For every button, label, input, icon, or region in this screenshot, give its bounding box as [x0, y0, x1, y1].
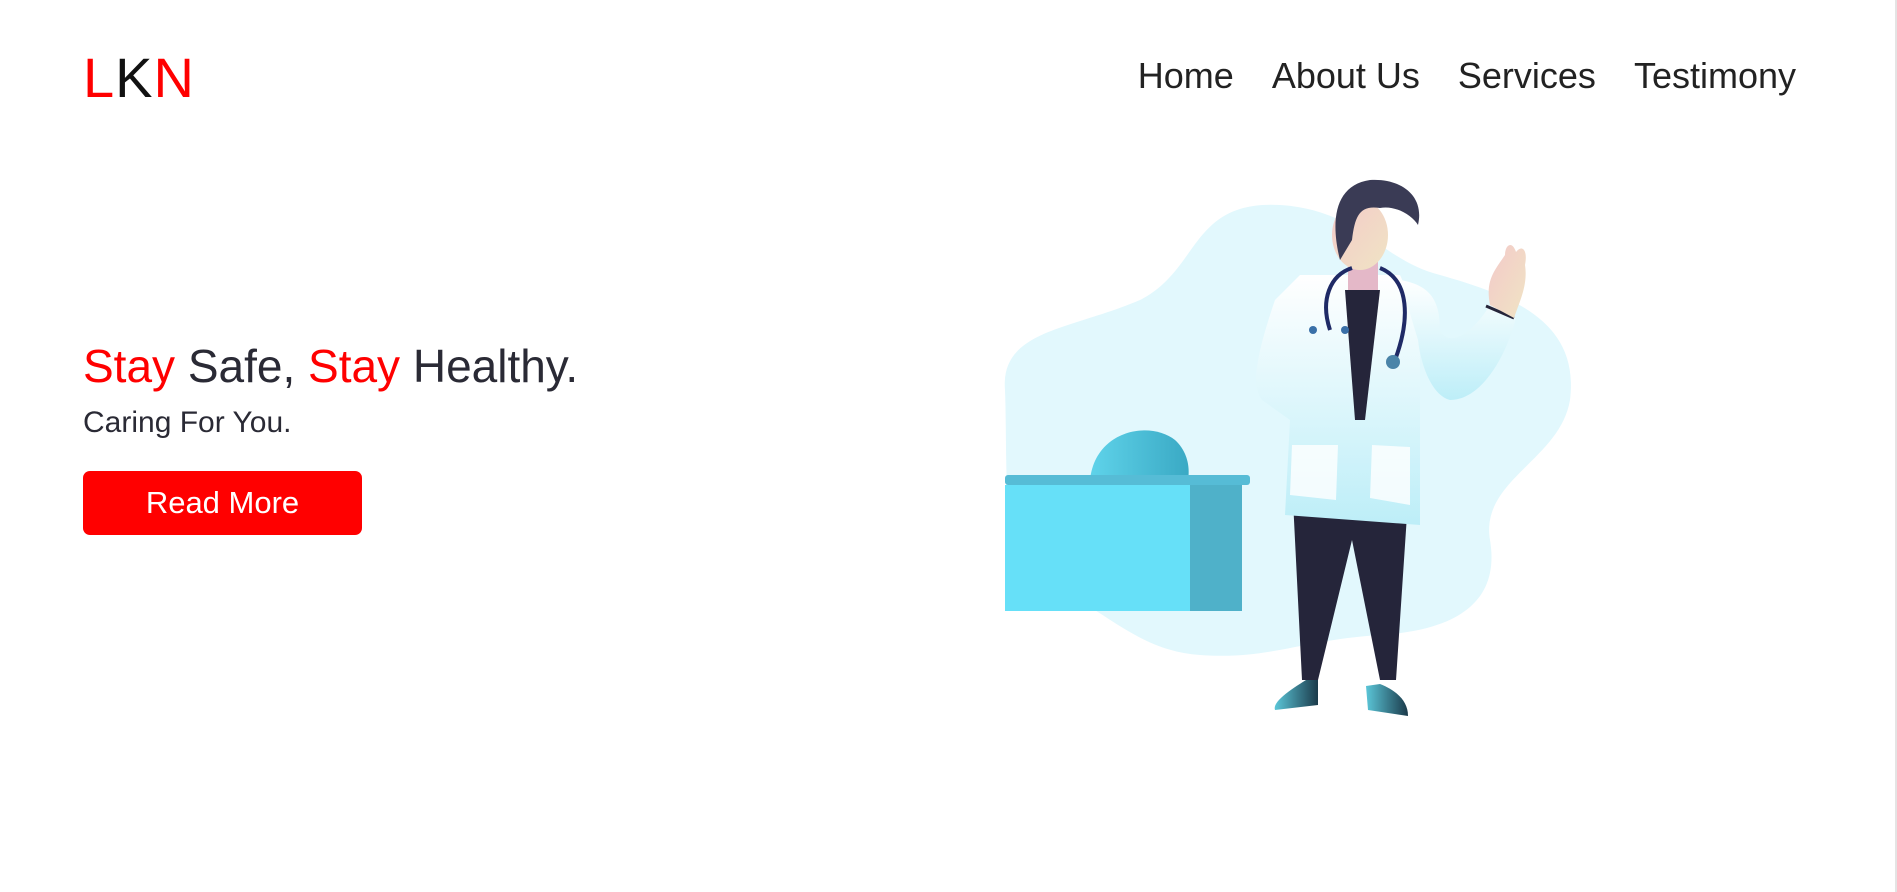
desk-side: [1190, 485, 1242, 611]
nav-home[interactable]: Home: [1138, 54, 1234, 98]
hero-title: Stay Safe, Stay Healthy.: [83, 338, 578, 394]
doctor-pocket-left: [1290, 445, 1338, 500]
doctor-shoe-right: [1366, 684, 1408, 716]
hero-subtitle: Caring For You.: [83, 406, 292, 439]
logo-letter-n: N: [153, 46, 195, 109]
logo-letter-l: L: [83, 46, 116, 109]
nav-testimony[interactable]: Testimony: [1634, 54, 1796, 98]
doctor-shoe-left: [1274, 680, 1318, 710]
doctor-illustration: [1004, 179, 1571, 716]
logo-letter-k: K: [115, 46, 154, 109]
hero-title-healthy: Healthy.: [400, 340, 579, 392]
page: LKN Home About Us Services Testimony Sta…: [0, 0, 1897, 892]
hero-title-stay-2: Stay: [308, 340, 401, 392]
nav-services[interactable]: Services: [1458, 54, 1596, 98]
read-more-button[interactable]: Read More: [83, 471, 362, 535]
nav-about-us[interactable]: About Us: [1272, 54, 1420, 98]
doctor-pocket-right: [1370, 445, 1410, 505]
desk-top: [1005, 475, 1250, 485]
hero-title-stay-1: Stay: [83, 340, 176, 392]
brand-logo[interactable]: LKN: [83, 46, 195, 110]
main-nav: Home About Us Services Testimony: [1138, 54, 1796, 98]
hero-title-safe: Safe,: [175, 340, 309, 392]
desk-front: [1005, 485, 1190, 611]
